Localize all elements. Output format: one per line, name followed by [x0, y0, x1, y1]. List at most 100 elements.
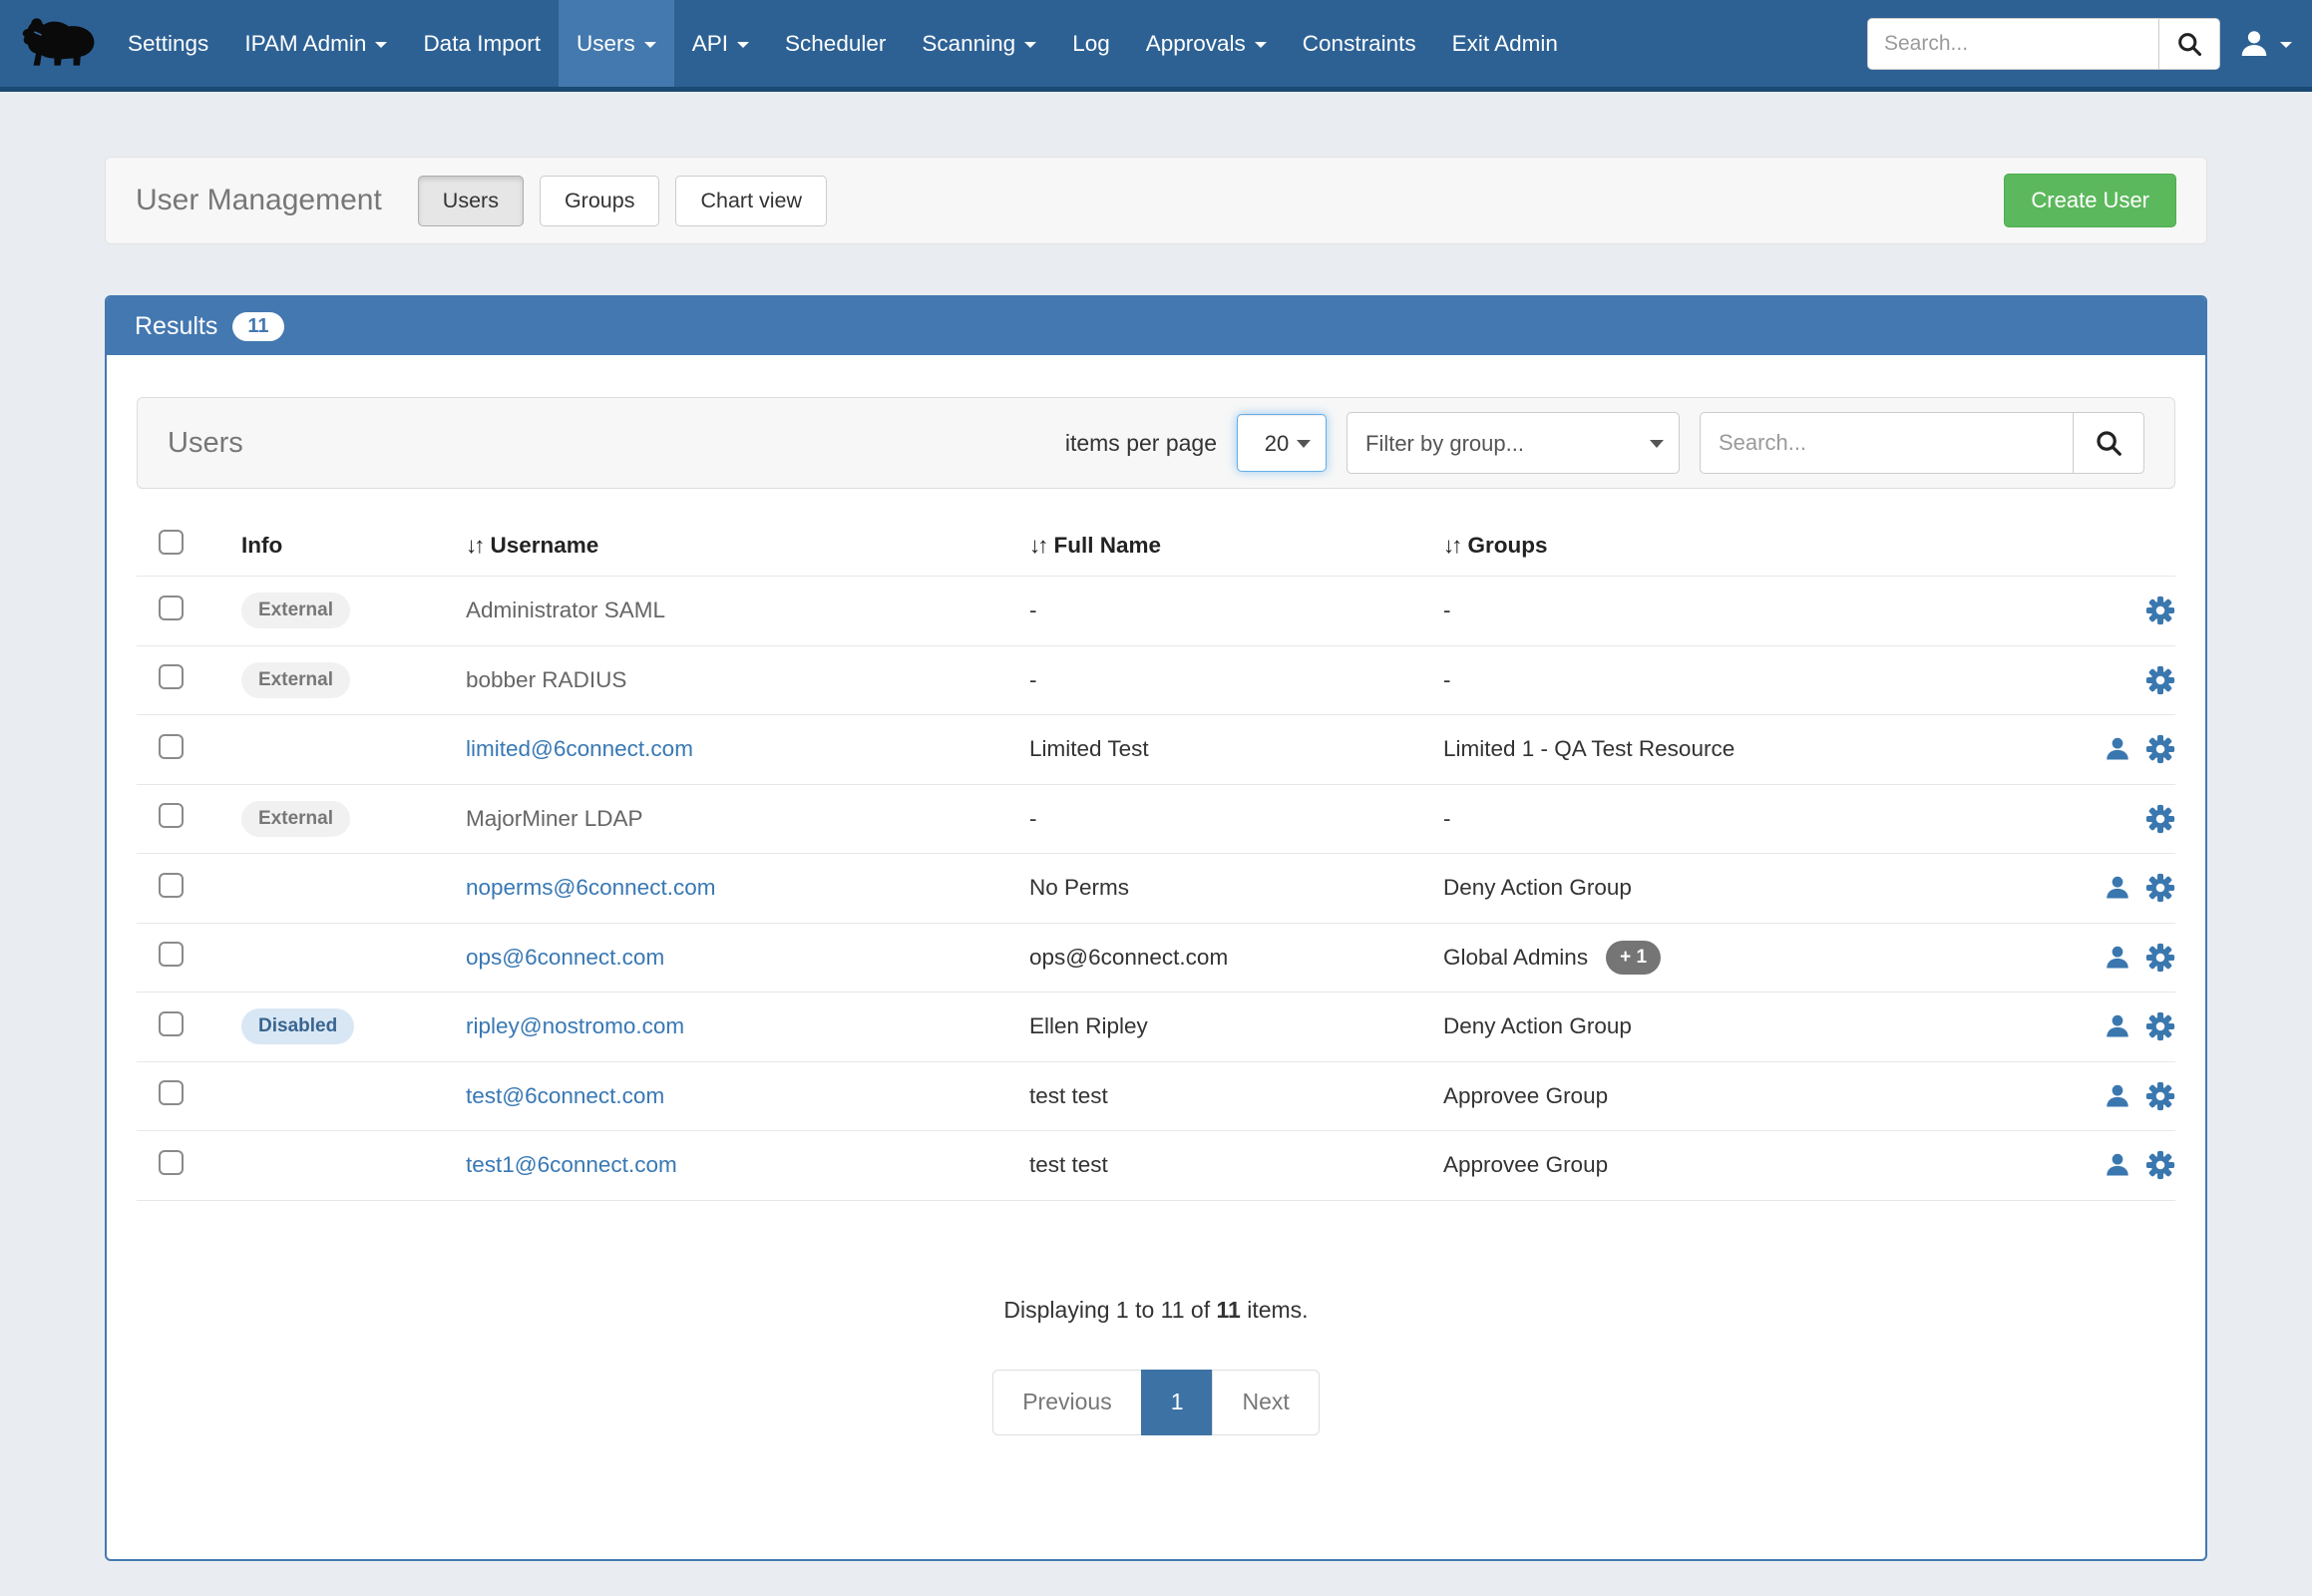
- sort-icon: ↓↑: [1443, 533, 1460, 559]
- page-title: User Management: [136, 184, 382, 217]
- table-search-input[interactable]: [1700, 412, 2073, 474]
- table-search: [1700, 412, 2144, 474]
- gear-icon: [2145, 804, 2175, 834]
- full-name-cell: No Perms: [1029, 875, 1443, 901]
- row-checkbox[interactable]: [159, 942, 184, 967]
- nav-item-ipam-admin[interactable]: IPAM Admin: [226, 0, 405, 87]
- user-profile-button[interactable]: [2104, 1082, 2131, 1110]
- full-name-cell: -: [1029, 667, 1443, 693]
- nav-item-users[interactable]: Users: [559, 0, 674, 87]
- user-icon: [2104, 1082, 2131, 1110]
- chevron-down-icon: [1024, 42, 1036, 48]
- nav-item-label: Approvals: [1146, 31, 1246, 57]
- nav-item-log[interactable]: Log: [1054, 0, 1128, 87]
- nav-item-scanning[interactable]: Scanning: [904, 0, 1054, 87]
- table-row: External Administrator SAML - -: [137, 577, 2175, 646]
- user-settings-button[interactable]: [2145, 665, 2175, 695]
- user-settings-button[interactable]: [2145, 734, 2175, 764]
- create-user-button[interactable]: Create User: [2004, 174, 2176, 227]
- nav-item-api[interactable]: API: [674, 0, 767, 87]
- row-checkbox[interactable]: [159, 664, 184, 689]
- user-settings-button[interactable]: [2145, 873, 2175, 903]
- navbar-right: [1867, 0, 2312, 87]
- gear-icon: [2145, 665, 2175, 695]
- user-settings-button[interactable]: [2145, 596, 2175, 625]
- user-settings-button[interactable]: [2145, 1081, 2175, 1111]
- account-menu[interactable]: [2238, 28, 2292, 60]
- user-settings-button[interactable]: [2145, 1150, 2175, 1180]
- groups-extra-badge[interactable]: + 1: [1606, 941, 1661, 975]
- navbar-search-input[interactable]: [1867, 18, 2158, 70]
- nav-item-label: Exit Admin: [1452, 31, 1558, 57]
- panda-logo[interactable]: [10, 0, 110, 87]
- username-link[interactable]: noperms@6connect.com: [466, 875, 715, 900]
- info-badge: External: [241, 801, 350, 837]
- header-full-name[interactable]: ↓↑Full Name: [1029, 533, 1443, 559]
- row-checkbox[interactable]: [159, 1080, 184, 1105]
- full-name-cell: Ellen Ripley: [1029, 1013, 1443, 1039]
- select-all-checkbox[interactable]: [159, 530, 184, 555]
- tab-users[interactable]: Users: [418, 176, 524, 226]
- nav-item-constraints[interactable]: Constraints: [1285, 0, 1434, 87]
- row-checkbox[interactable]: [159, 1150, 184, 1175]
- nav-item-exit-admin[interactable]: Exit Admin: [1434, 0, 1576, 87]
- row-checkbox[interactable]: [159, 596, 184, 620]
- header-username[interactable]: ↓↑Username: [466, 533, 1029, 559]
- row-checkbox[interactable]: [159, 803, 184, 828]
- groups-cell-text: -: [1443, 667, 1451, 693]
- pagination-area: Displaying 1 to 11 of 11 items. Previous…: [107, 1297, 2205, 1435]
- nav-item-settings[interactable]: Settings: [110, 0, 226, 87]
- results-count-badge: 11: [232, 312, 283, 341]
- user-profile-button[interactable]: [2104, 944, 2131, 972]
- items-per-page-select[interactable]: 20: [1237, 414, 1327, 472]
- table-header-row: Info ↓↑Username ↓↑Full Name ↓↑Groups: [137, 515, 2175, 577]
- user-icon: [2104, 735, 2131, 763]
- username-link[interactable]: ripley@nostromo.com: [466, 1013, 684, 1038]
- full-name-cell: test test: [1029, 1083, 1443, 1109]
- row-checkbox[interactable]: [159, 873, 184, 898]
- nav-menu: Settings IPAM Admin Data Import Users AP…: [110, 0, 1576, 87]
- table-row: External MajorMiner LDAP - -: [137, 785, 2175, 855]
- user-settings-button[interactable]: [2145, 943, 2175, 973]
- navbar-search-button[interactable]: [2158, 18, 2220, 70]
- full-name-cell: ops@6connect.com: [1029, 945, 1443, 971]
- username-link[interactable]: limited@6connect.com: [466, 736, 693, 761]
- user-profile-button[interactable]: [2104, 735, 2131, 763]
- sort-icon: ↓↑: [1029, 533, 1046, 558]
- table-row: External bobber RADIUS - -: [137, 646, 2175, 716]
- username-link[interactable]: test@6connect.com: [466, 1083, 664, 1108]
- header-groups[interactable]: ↓↑Groups: [1443, 533, 2026, 559]
- info-badge: Disabled: [241, 1008, 354, 1044]
- row-checkbox[interactable]: [159, 734, 184, 759]
- users-table: Info ↓↑Username ↓↑Full Name ↓↑Groups Ext…: [137, 515, 2175, 1201]
- filter-group-select-wrap: Filter by group...: [1347, 412, 1680, 474]
- filter-group-select[interactable]: Filter by group...: [1347, 412, 1680, 474]
- table-row: Disabled ripley@nostromo.com Ellen Riple…: [137, 993, 2175, 1062]
- previous-page-button[interactable]: Previous: [992, 1370, 1141, 1435]
- full-name-cell: test test: [1029, 1152, 1443, 1178]
- chevron-down-icon: [375, 42, 387, 48]
- user-profile-button[interactable]: [2104, 1151, 2131, 1179]
- username-link[interactable]: test1@6connect.com: [466, 1152, 677, 1177]
- user-settings-button[interactable]: [2145, 1011, 2175, 1041]
- nav-item-approvals[interactable]: Approvals: [1128, 0, 1285, 87]
- sort-icon: ↓↑: [466, 533, 483, 558]
- page-1-button[interactable]: 1: [1141, 1370, 1214, 1435]
- groups-cell-text: Limited 1 - QA Test Resource: [1443, 736, 1734, 762]
- tab-groups[interactable]: Groups: [540, 176, 660, 226]
- info-badge: External: [241, 662, 350, 698]
- nav-item-scheduler[interactable]: Scheduler: [767, 0, 904, 87]
- table-search-button[interactable]: [2073, 412, 2144, 474]
- nav-item-label: Data Import: [423, 31, 541, 57]
- nav-item-data-import[interactable]: Data Import: [405, 0, 559, 87]
- user-settings-button[interactable]: [2145, 804, 2175, 834]
- user-icon: [2104, 1012, 2131, 1040]
- gear-icon: [2145, 596, 2175, 625]
- tab-chart-view[interactable]: Chart view: [675, 176, 827, 226]
- user-profile-button[interactable]: [2104, 1012, 2131, 1040]
- groups-cell-text: Deny Action Group: [1443, 875, 1632, 901]
- user-profile-button[interactable]: [2104, 874, 2131, 902]
- next-page-button[interactable]: Next: [1212, 1370, 1319, 1435]
- username-link[interactable]: ops@6connect.com: [466, 945, 664, 970]
- row-checkbox[interactable]: [159, 1011, 184, 1036]
